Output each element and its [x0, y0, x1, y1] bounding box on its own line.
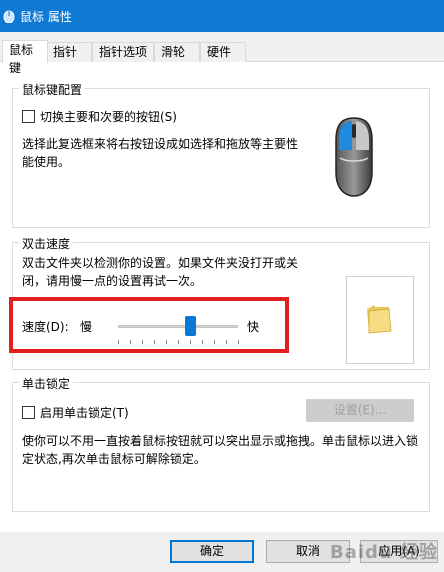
button-config-description: 选择此复选框来将右按钮设成如选择和拖放等主要性能使用。	[22, 137, 299, 169]
slider-tick	[178, 340, 179, 344]
click-lock-label[interactable]: 启用单击锁定(T)	[40, 404, 129, 421]
slider-tick	[142, 340, 143, 344]
slow-label: 慢	[80, 320, 93, 334]
double-click-title: 双击速度	[19, 235, 74, 252]
mouse-illustration-icon	[335, 117, 373, 197]
speed-label: 速度(D):	[22, 320, 69, 334]
speed-slider-track[interactable]	[118, 325, 238, 328]
watermark: Baidu 经验	[329, 542, 438, 563]
button-config-title: 鼠标键配置	[19, 81, 86, 98]
click-lock-title: 单击锁定	[19, 375, 74, 392]
tab-panel: 鼠标键配置 切换主要和次要的按钮(S) 选择此复选框来将右按钮设成如选择和拖放等…	[0, 62, 444, 532]
title-bar: 鼠标 属性	[0, 0, 444, 32]
tab-buttons[interactable]: 鼠标键	[2, 40, 48, 75]
slider-tick	[214, 340, 215, 344]
slider-tick	[202, 340, 203, 344]
swap-buttons-row[interactable]: 切换主要和次要的按钮(S)	[22, 108, 177, 125]
ok-button[interactable]: 确定	[170, 540, 254, 563]
slider-tick	[166, 340, 167, 344]
window-title: 鼠标 属性	[20, 9, 72, 24]
swap-buttons-checkbox[interactable]	[22, 110, 35, 123]
click-lock-row[interactable]: 启用单击锁定(T)	[22, 404, 129, 421]
tab-bar: 鼠标键 指针 指针选项 滑轮 硬件	[0, 40, 444, 75]
slider-tick	[130, 340, 131, 344]
folder-icon[interactable]	[365, 303, 393, 335]
double-click-description: 双击文件夹以检测你的设置。如果文件夹没打开或关闭，请用慢一点的设置再试一次。	[22, 256, 299, 288]
tab-hardware[interactable]: 硬件	[200, 42, 246, 62]
click-lock-settings-button[interactable]: 设置(E)...	[306, 399, 414, 422]
swap-buttons-label[interactable]: 切换主要和次要的按钮(S)	[40, 108, 177, 125]
fast-label: 快	[247, 320, 260, 334]
click-lock-checkbox[interactable]	[22, 406, 35, 419]
slider-tick	[154, 340, 155, 344]
slider-tick	[238, 340, 239, 344]
slider-tick	[226, 340, 227, 344]
tab-wheel[interactable]: 滑轮	[154, 42, 200, 62]
mouse-app-icon	[3, 10, 15, 23]
slider-tick	[190, 340, 191, 344]
speed-slider-thumb[interactable]	[185, 316, 196, 336]
tab-pointers[interactable]: 指针	[46, 42, 92, 62]
click-lock-description: 使你可以不用一直按着鼠标按钮就可以突出显示或拖拽。单击鼠标以进入锁定状态,再次单…	[22, 434, 419, 466]
tab-pointer-options[interactable]: 指针选项	[92, 42, 154, 62]
test-folder-area[interactable]	[346, 276, 414, 364]
slider-tick	[118, 340, 119, 344]
